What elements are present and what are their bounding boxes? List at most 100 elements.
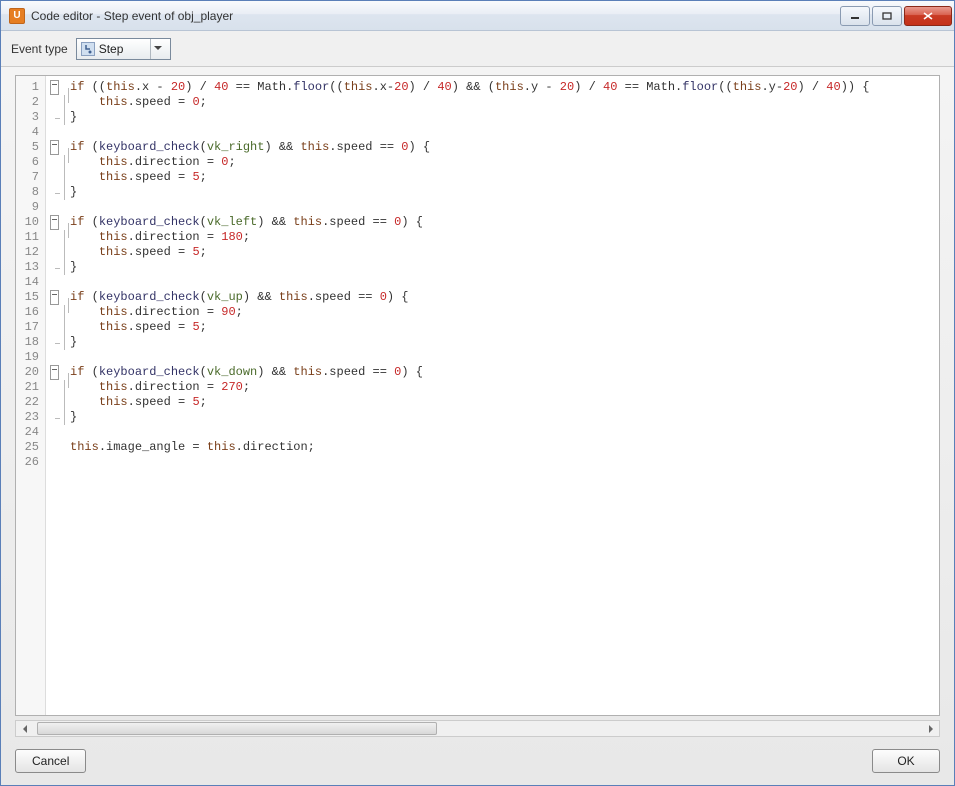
code-line[interactable]: this.speed = 5; <box>70 245 933 260</box>
code-line[interactable]: if (keyboard_check(vk_up) && this.speed … <box>70 290 933 305</box>
code-line[interactable]: } <box>70 335 933 350</box>
code-line[interactable]: this.direction = 180; <box>70 230 933 245</box>
code-line[interactable]: this.speed = 5; <box>70 170 933 185</box>
scroll-left-button[interactable] <box>16 721 33 736</box>
code-line[interactable]: this.image_angle = this.direction; <box>70 440 933 455</box>
line-number: 3 <box>16 110 45 125</box>
line-number: 7 <box>16 170 45 185</box>
fold-marker <box>46 125 64 140</box>
fold-marker[interactable] <box>46 290 64 305</box>
line-number: 8 <box>16 185 45 200</box>
code-line[interactable]: if (keyboard_check(vk_right) && this.spe… <box>70 140 933 155</box>
fold-marker <box>46 110 64 125</box>
code-line[interactable]: } <box>70 260 933 275</box>
scroll-right-button[interactable] <box>922 721 939 736</box>
fold-marker <box>46 320 64 335</box>
line-number: 4 <box>16 125 45 140</box>
fold-marker <box>46 230 64 245</box>
line-number: 18 <box>16 335 45 350</box>
code-line[interactable] <box>70 125 933 140</box>
event-type-dropdown[interactable]: Step <box>76 38 171 60</box>
fold-marker[interactable] <box>46 140 64 155</box>
ok-button[interactable]: OK <box>872 749 940 773</box>
chevron-down-icon <box>150 39 166 59</box>
horizontal-scrollbar[interactable] <box>15 720 940 737</box>
line-number: 9 <box>16 200 45 215</box>
line-number: 13 <box>16 260 45 275</box>
fold-marker <box>46 455 64 470</box>
fold-marker <box>46 245 64 260</box>
line-number: 12 <box>16 245 45 260</box>
code-line[interactable] <box>70 275 933 290</box>
code-line[interactable]: } <box>70 110 933 125</box>
maximize-button[interactable] <box>872 6 902 26</box>
fold-marker <box>46 335 64 350</box>
fold-marker <box>46 185 64 200</box>
code-line[interactable]: } <box>70 410 933 425</box>
fold-marker[interactable] <box>46 80 64 95</box>
code-area[interactable]: if ((this.x - 20) / 40 == Math.floor((th… <box>64 76 939 715</box>
line-number: 25 <box>16 440 45 455</box>
code-line[interactable]: this.direction = 0; <box>70 155 933 170</box>
line-number: 14 <box>16 275 45 290</box>
fold-marker <box>46 305 64 320</box>
code-line[interactable]: this.direction = 90; <box>70 305 933 320</box>
cancel-button[interactable]: Cancel <box>15 749 86 773</box>
toolbar: Event type Step <box>1 31 954 67</box>
code-line[interactable]: if ((this.x - 20) / 40 == Math.floor((th… <box>70 80 933 95</box>
fold-marker <box>46 200 64 215</box>
code-line[interactable] <box>70 425 933 440</box>
fold-marker <box>46 95 64 110</box>
line-number: 11 <box>16 230 45 245</box>
line-number: 23 <box>16 410 45 425</box>
line-number: 2 <box>16 95 45 110</box>
code-line[interactable]: this.speed = 5; <box>70 320 933 335</box>
chevron-right-icon <box>928 725 934 733</box>
event-type-label: Event type <box>11 42 68 56</box>
chevron-left-icon <box>22 725 28 733</box>
code-line[interactable]: this.direction = 270; <box>70 380 933 395</box>
code-editor-window: U Code editor - Step event of obj_player… <box>0 0 955 786</box>
fold-column[interactable] <box>46 76 64 715</box>
line-number: 22 <box>16 395 45 410</box>
code-line[interactable] <box>70 200 933 215</box>
fold-marker <box>46 380 64 395</box>
code-line[interactable]: if (keyboard_check(vk_left) && this.spee… <box>70 215 933 230</box>
scrollbar-track[interactable] <box>33 721 922 736</box>
fold-marker <box>46 440 64 455</box>
line-number: 6 <box>16 155 45 170</box>
line-number: 20 <box>16 365 45 380</box>
line-number: 10 <box>16 215 45 230</box>
line-number: 17 <box>16 320 45 335</box>
dropdown-value: Step <box>99 42 146 56</box>
dialog-buttons: Cancel OK <box>1 743 954 785</box>
line-number: 21 <box>16 380 45 395</box>
code-line[interactable]: this.speed = 5; <box>70 395 933 410</box>
fold-marker[interactable] <box>46 215 64 230</box>
line-number: 26 <box>16 455 45 470</box>
app-icon: U <box>9 8 25 24</box>
line-number: 15 <box>16 290 45 305</box>
line-number: 19 <box>16 350 45 365</box>
line-number-gutter: 1234567891011121314151617181920212223242… <box>16 76 46 715</box>
fold-marker <box>46 260 64 275</box>
step-icon <box>81 42 95 56</box>
scrollbar-thumb[interactable] <box>37 722 437 735</box>
fold-marker <box>46 350 64 365</box>
code-line[interactable] <box>70 455 933 470</box>
close-button[interactable] <box>904 6 952 26</box>
code-line[interactable]: if (keyboard_check(vk_down) && this.spee… <box>70 365 933 380</box>
window-title: Code editor - Step event of obj_player <box>31 9 838 23</box>
fold-marker <box>46 410 64 425</box>
code-line[interactable]: } <box>70 185 933 200</box>
titlebar[interactable]: U Code editor - Step event of obj_player <box>1 1 954 31</box>
code-line[interactable]: this.speed = 0; <box>70 95 933 110</box>
minimize-button[interactable] <box>840 6 870 26</box>
code-line[interactable] <box>70 350 933 365</box>
fold-marker <box>46 275 64 290</box>
fold-marker[interactable] <box>46 365 64 380</box>
fold-marker <box>46 395 64 410</box>
line-number: 1 <box>16 80 45 95</box>
fold-marker <box>46 425 64 440</box>
code-editor[interactable]: 1234567891011121314151617181920212223242… <box>15 75 940 716</box>
